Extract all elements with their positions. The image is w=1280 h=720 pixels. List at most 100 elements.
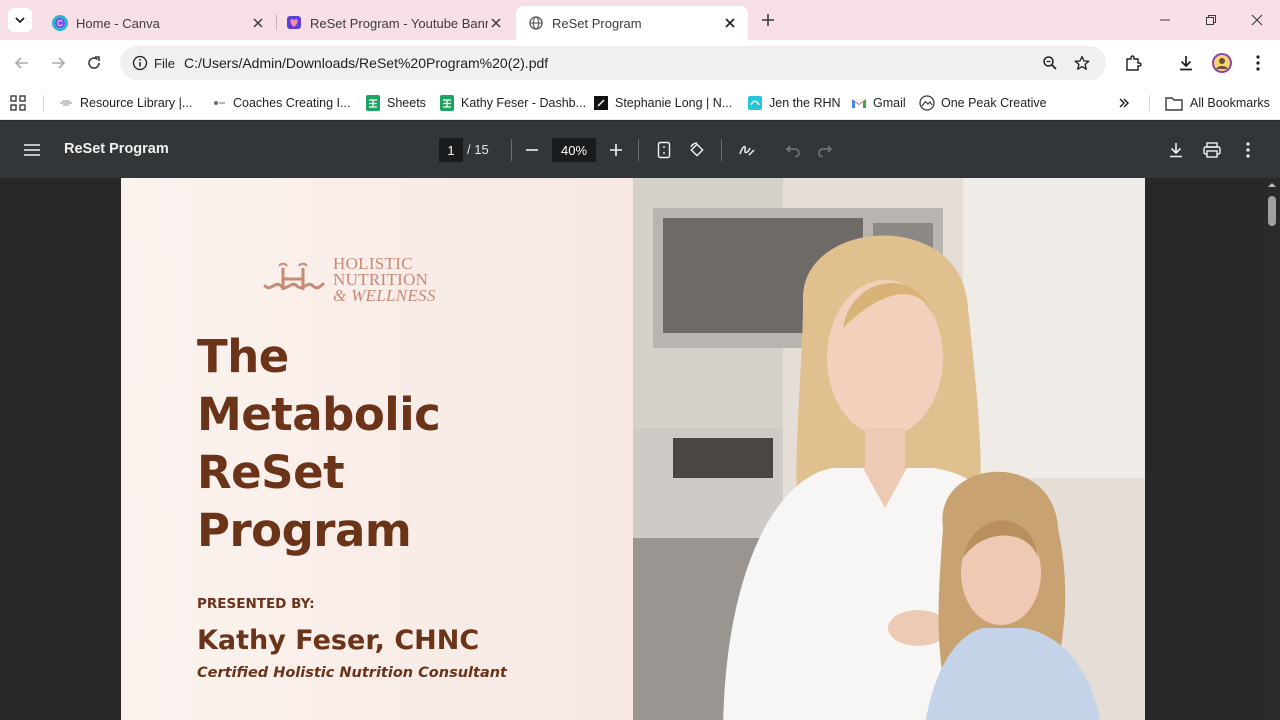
double-chevron-right-icon — [1119, 98, 1129, 108]
canva-icon: C — [52, 15, 68, 31]
plus-icon — [762, 14, 774, 26]
url-text[interactable]: C:/Users/Admin/Downloads/ReSet%20Program… — [184, 55, 548, 71]
bookmark-gmail[interactable]: Gmail — [851, 91, 906, 115]
presented-by-label: PRESENTED BY: — [197, 596, 315, 612]
info-icon — [132, 55, 148, 71]
bookmark-sheets[interactable]: Sheets — [365, 91, 426, 115]
forward-button[interactable] — [44, 49, 72, 77]
bookmark-coaches-creating[interactable]: Coaches Creating I... — [211, 91, 350, 115]
headline-line: Program — [197, 504, 412, 557]
mountain-icon — [919, 95, 935, 111]
pdf-more-button[interactable] — [1234, 136, 1262, 164]
gmail-icon — [851, 95, 867, 111]
zoom-out-button[interactable] — [518, 136, 546, 164]
heart-shield-icon — [286, 15, 302, 31]
pdf-page: HOLISTIC NUTRITION & WELLNESS The Metabo… — [121, 178, 1145, 720]
undo-button[interactable] — [779, 136, 807, 164]
extensions-button[interactable] — [1119, 49, 1147, 77]
tab-search-button[interactable] — [8, 8, 32, 32]
chip-label: File — [154, 55, 175, 71]
zoom-level-input[interactable]: 40% — [552, 138, 596, 162]
magnifier-icon — [1043, 56, 1057, 70]
arrow-left-icon — [14, 57, 28, 69]
holistic-nutrition-logo-mark — [263, 262, 325, 290]
all-bookmarks-button[interactable]: All Bookmarks — [1165, 91, 1270, 115]
avatar-icon — [1212, 53, 1232, 73]
profile-avatar[interactable] — [1208, 49, 1236, 77]
close-window-button[interactable] — [1234, 6, 1280, 34]
bookmark-label: Coaches Creating I... — [233, 96, 351, 110]
logo-line: & WELLNESS — [333, 286, 436, 305]
pdf-toolbar: ReSet Program 1 / 15 40% — [0, 121, 1280, 178]
fit-to-page-icon — [657, 141, 671, 159]
bookmark-label: Stephanie Long | N... — [615, 96, 733, 110]
viewer-scrollbar[interactable] — [1264, 178, 1280, 720]
download-icon — [1180, 56, 1192, 71]
sidebar-menu-button[interactable] — [18, 136, 46, 164]
pdf-viewer-area[interactable]: HOLISTIC NUTRITION & WELLNESS The Metabo… — [0, 178, 1280, 720]
browser-menu-button[interactable] — [1244, 49, 1272, 77]
toolbar-divider — [511, 139, 512, 161]
downloads-button[interactable] — [1172, 49, 1200, 77]
kebab-menu-icon — [1246, 142, 1250, 158]
bookmark-kathy-dashboard[interactable]: Kathy Feser - Dashb... — [439, 91, 586, 115]
new-tab-button[interactable] — [756, 8, 780, 32]
headline-line: ReSet — [197, 446, 345, 499]
document-headline: The Metabolic ReSet Program — [197, 328, 617, 560]
back-button[interactable] — [8, 49, 36, 77]
scrollbar-thumb[interactable] — [1268, 196, 1276, 226]
print-button[interactable] — [1198, 136, 1226, 164]
annotate-button[interactable] — [733, 136, 761, 164]
reload-icon — [88, 56, 100, 69]
close-icon[interactable] — [722, 15, 738, 31]
logo-wordmark: HOLISTIC NUTRITION & WELLNESS — [333, 255, 436, 305]
puzzle-icon — [1126, 55, 1142, 71]
page-number-input[interactable]: 1 — [439, 138, 463, 162]
tab-youtube-banner[interactable]: ReSet Program - Youtube Bann — [274, 6, 514, 40]
bookmark-resource-library[interactable]: Resource Library |... — [58, 91, 192, 115]
tab-title: ReSet Program - Youtube Bann — [310, 15, 488, 31]
site-info-chip[interactable]: File — [126, 50, 183, 76]
printer-icon — [1203, 142, 1221, 158]
fit-page-button[interactable] — [650, 136, 678, 164]
bookmark-jen-the-rhn[interactable]: Jen the RHN — [747, 91, 841, 115]
close-icon[interactable] — [488, 15, 504, 31]
tab-canva[interactable]: C Home - Canva — [40, 6, 276, 40]
close-icon[interactable] — [250, 15, 266, 31]
minus-icon — [526, 149, 538, 151]
pdf-download-button[interactable] — [1162, 136, 1190, 164]
bookmark-one-peak-creative[interactable]: One Peak Creative — [919, 91, 1047, 115]
restore-icon — [1206, 15, 1216, 25]
brand-logo: HOLISTIC NUTRITION & WELLNESS — [261, 255, 436, 305]
pdf-title: ReSet Program — [64, 141, 169, 157]
minimize-button[interactable] — [1142, 6, 1188, 34]
bookmark-label: Resource Library |... — [80, 96, 193, 110]
reload-button[interactable] — [80, 49, 108, 77]
bookmark-favicon — [58, 95, 74, 111]
bookmarks-divider — [1149, 95, 1150, 111]
redo-button[interactable] — [811, 136, 839, 164]
hamburger-menu-icon — [24, 144, 40, 156]
toolbar-divider — [638, 139, 639, 161]
bookmark-stephanie-long[interactable]: Stephanie Long | N... — [593, 91, 732, 115]
folder-icon — [1165, 95, 1183, 111]
close-icon — [1251, 14, 1263, 26]
bookmark-label: Kathy Feser - Dashb... — [461, 96, 587, 110]
apps-grid-icon — [10, 95, 26, 111]
rotate-button[interactable] — [683, 136, 711, 164]
download-icon — [1170, 143, 1182, 158]
apps-button[interactable] — [10, 91, 26, 115]
page-text-panel: HOLISTIC NUTRITION & WELLNESS The Metabo… — [121, 178, 633, 720]
restore-button[interactable] — [1188, 6, 1234, 34]
scroll-up-arrow-icon[interactable] — [1267, 180, 1277, 190]
kebab-menu-icon — [1256, 55, 1260, 71]
bookmarks-overflow-button[interactable] — [1118, 91, 1130, 115]
zoom-button[interactable] — [1038, 51, 1062, 75]
browser-toolbar: File C:/Users/Admin/Downloads/ReSet%20Pr… — [0, 40, 1280, 86]
toolbar-divider — [721, 139, 722, 161]
tab-reset-program[interactable]: ReSet Program — [516, 6, 748, 40]
bookmarks-bar: Resource Library |... Coaches Creating I… — [0, 86, 1280, 120]
address-bar[interactable]: File C:/Users/Admin/Downloads/ReSet%20Pr… — [120, 46, 1106, 80]
zoom-in-button[interactable] — [602, 136, 630, 164]
bookmark-star-button[interactable] — [1070, 51, 1094, 75]
